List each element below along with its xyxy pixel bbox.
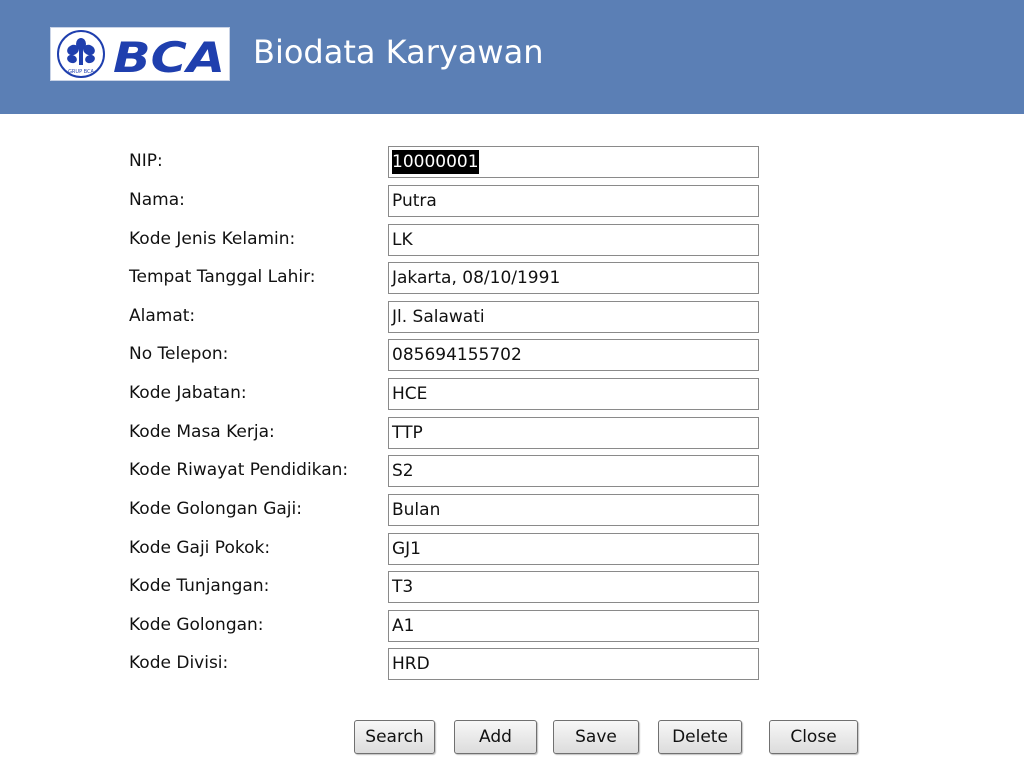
bca-logo-icon: GRUP BCA BCA [57,30,225,80]
jenis-kelamin-label: Kode Jenis Kelamin: [129,229,296,249]
form-row-divisi: Kode Divisi: HRD [0,648,1024,680]
form-row-masa-kerja: Kode Masa Kerja: TTP [0,417,1024,449]
svg-text:BCA: BCA [113,33,225,80]
save-button[interactable]: Save [553,720,639,754]
form-row-nama: Nama: Putra [0,185,1024,217]
divisi-input[interactable]: HRD [388,648,759,680]
svg-text:GRUP BCA: GRUP BCA [68,69,94,75]
gaji-pokok-input[interactable]: GJ1 [388,533,759,565]
tempat-tanggal-lahir-label: Tempat Tanggal Lahir: [129,267,316,287]
jabatan-label: Kode Jabatan: [129,383,247,403]
golongan-gaji-input[interactable]: Bulan [388,494,759,526]
riwayat-pendidikan-label: Kode Riwayat Pendidikan: [129,460,349,480]
tempat-tanggal-lahir-input[interactable]: Jakarta, 08/10/1991 [388,262,759,294]
tunjangan-label: Kode Tunjangan: [129,576,270,596]
jabatan-input[interactable]: HCE [388,378,759,410]
jenis-kelamin-input[interactable]: LK [388,224,759,256]
no-telepon-input[interactable]: 085694155702 [388,339,759,371]
nip-input[interactable]: 10000001 [388,146,759,178]
golongan-input[interactable]: A1 [388,610,759,642]
riwayat-pendidikan-input[interactable]: S2 [388,455,759,487]
form-row-jabatan: Kode Jabatan: HCE [0,378,1024,410]
page-title: Biodata Karyawan [253,33,544,71]
form-row-nip: NIP: 10000001 [0,146,1024,178]
form-row-riwayat-pendidikan: Kode Riwayat Pendidikan: S2 [0,455,1024,487]
nama-input[interactable]: Putra [388,185,759,217]
form-row-tunjangan: Kode Tunjangan: T3 [0,571,1024,603]
alamat-label: Alamat: [129,306,196,326]
biodata-karyawan-window: GRUP BCA BCA Biodata Karyawan NIP: 10000… [0,0,1024,768]
form-row-tempat-tanggal-lahir: Tempat Tanggal Lahir: Jakarta, 08/10/199… [0,262,1024,294]
tunjangan-input[interactable]: T3 [388,571,759,603]
golongan-gaji-label: Kode Golongan Gaji: [129,499,302,519]
nama-label: Nama: [129,190,185,210]
form-row-gaji-pokok: Kode Gaji Pokok: GJ1 [0,533,1024,565]
nip-label: NIP: [129,151,163,171]
add-button[interactable]: Add [454,720,537,754]
divisi-label: Kode Divisi: [129,653,229,673]
search-button[interactable]: Search [354,720,435,754]
bca-logo: GRUP BCA BCA [50,27,230,81]
masa-kerja-input[interactable]: TTP [388,417,759,449]
masa-kerja-label: Kode Masa Kerja: [129,422,275,442]
gaji-pokok-label: Kode Gaji Pokok: [129,538,271,558]
form-row-alamat: Alamat: Jl. Salawati [0,301,1024,333]
alamat-input[interactable]: Jl. Salawati [388,301,759,333]
form-row-golongan: Kode Golongan: A1 [0,610,1024,642]
header-bar: GRUP BCA BCA Biodata Karyawan [0,0,1024,114]
form-row-no-telepon: No Telepon: 085694155702 [0,339,1024,371]
close-button[interactable]: Close [769,720,858,754]
nip-value-selected: 10000001 [392,150,479,174]
delete-button[interactable]: Delete [658,720,742,754]
form-row-golongan-gaji: Kode Golongan Gaji: Bulan [0,494,1024,526]
form-row-jenis-kelamin: Kode Jenis Kelamin: LK [0,224,1024,256]
no-telepon-label: No Telepon: [129,344,229,364]
golongan-label: Kode Golongan: [129,615,264,635]
